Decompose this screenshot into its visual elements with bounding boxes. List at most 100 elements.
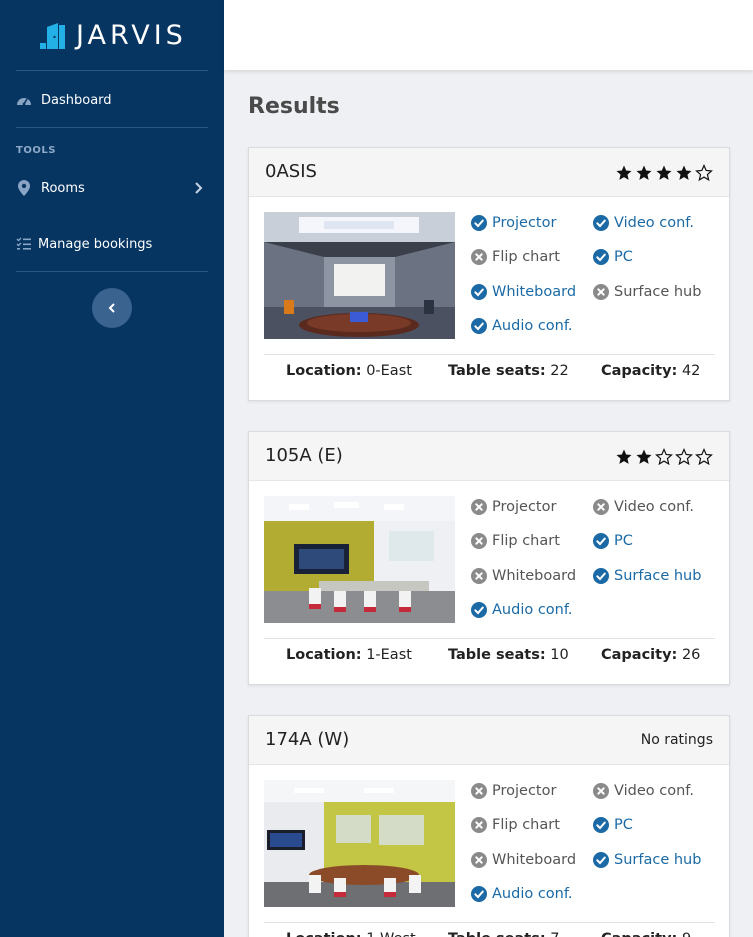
room-photo[interactable] xyxy=(264,212,455,339)
star-filled-icon xyxy=(636,165,652,180)
amenity-item: Whiteboard xyxy=(471,282,576,302)
room-location-value: 0-East xyxy=(366,363,412,379)
star-empty-icon xyxy=(675,448,693,466)
room-location-value: 1-East xyxy=(366,647,412,663)
room-photo-image xyxy=(264,496,455,623)
check-circle-icon xyxy=(471,318,487,334)
x-circle-icon xyxy=(471,783,487,799)
amenity-item: Flip chart xyxy=(471,247,560,267)
room-table-seats-label: Table seats: xyxy=(448,363,546,379)
amenity-label: Flip chart xyxy=(492,533,560,549)
amenity-label: Whiteboard xyxy=(492,568,577,584)
room-photo-image xyxy=(264,212,455,339)
card-divider xyxy=(264,354,715,355)
star-filled-icon xyxy=(676,165,692,180)
check-circle-icon xyxy=(471,602,487,618)
amenity-item: Surface hub xyxy=(593,566,701,586)
sidebar-item-manage-bookings[interactable]: Manage bookings xyxy=(16,232,210,256)
card-divider xyxy=(264,922,715,923)
x-circle-icon xyxy=(471,533,487,549)
check-circle-icon xyxy=(593,533,609,549)
check-circle-icon xyxy=(593,215,609,231)
room-rating-stars xyxy=(615,448,713,466)
amenity-item: Video conf. xyxy=(593,497,694,517)
room-photo[interactable] xyxy=(264,496,455,623)
amenity-label: Surface hub xyxy=(614,852,702,868)
amenity-label: PC xyxy=(614,817,633,833)
room-capacity-label: Capacity: xyxy=(601,931,677,937)
room-capacity: Capacity: 42 xyxy=(601,363,700,379)
amenity-item: Flip chart xyxy=(471,531,560,551)
room-card-header: 174A (W) No ratings xyxy=(249,716,729,765)
amenity-label: Surface hub xyxy=(614,284,702,300)
check-circle-icon xyxy=(593,852,609,868)
app-logo[interactable]: JARVIS xyxy=(38,20,187,52)
room-name[interactable]: 174A (W) xyxy=(265,729,349,750)
room-capacity: Capacity: 26 xyxy=(601,647,700,663)
room-photo-image xyxy=(264,780,455,907)
amenity-label: Whiteboard xyxy=(492,284,577,300)
room-location: Location: 1-West xyxy=(286,931,416,937)
amenity-label: PC xyxy=(614,533,633,549)
room-table-seats-value: 10 xyxy=(550,647,569,663)
amenity-label: Flip chart xyxy=(492,249,560,265)
room-table-seats-label: Table seats: xyxy=(448,647,546,663)
room-name[interactable]: 0ASIS xyxy=(265,161,317,182)
collapse-sidebar-button[interactable] xyxy=(92,288,132,328)
sidebar-item-rooms[interactable]: Rooms xyxy=(16,176,210,200)
map-pin-icon xyxy=(16,180,32,196)
room-capacity-label: Capacity: xyxy=(601,647,678,663)
chevron-right-icon xyxy=(195,182,203,194)
star-empty-icon xyxy=(655,448,673,466)
room-card-header: 105A (E) xyxy=(249,432,729,481)
task-list-icon xyxy=(16,236,32,252)
star-filled-icon xyxy=(616,165,632,180)
x-circle-icon xyxy=(471,817,487,833)
speedometer-icon xyxy=(16,92,32,108)
x-circle-icon xyxy=(593,499,609,515)
amenity-item: Projector xyxy=(471,497,556,517)
check-circle-icon xyxy=(471,284,487,300)
room-name[interactable]: 105A (E) xyxy=(265,445,343,466)
room-capacity-value: 42 xyxy=(681,363,701,379)
star-filled-icon xyxy=(636,449,652,464)
amenity-item: PC xyxy=(593,531,633,551)
room-location: Location: 0-East xyxy=(286,363,412,379)
x-circle-icon xyxy=(471,499,487,515)
amenity-label: Audio conf. xyxy=(492,318,573,334)
room-card-header: 0ASIS xyxy=(249,148,729,197)
amenity-label: Projector xyxy=(492,499,557,515)
amenity-item: Surface hub xyxy=(593,850,701,870)
sidebar-item-label: Rooms xyxy=(41,180,85,196)
room-table-seats-value: 7 xyxy=(550,931,559,937)
tools-section-label: TOOLS xyxy=(16,145,56,156)
amenity-item: Projector xyxy=(471,781,556,801)
room-card[interactable]: 0ASIS Projector Video conf. Flip chart PC Wh… xyxy=(248,147,730,401)
sidebar-item-dashboard[interactable]: Dashboard xyxy=(16,88,210,112)
x-circle-icon xyxy=(471,568,487,584)
card-divider xyxy=(264,638,715,639)
check-circle-icon xyxy=(593,568,609,584)
amenity-item: PC xyxy=(593,815,633,835)
check-circle-icon xyxy=(471,215,487,231)
check-circle-icon xyxy=(593,817,609,833)
amenity-label: Whiteboard xyxy=(492,852,577,868)
chevron-left-icon xyxy=(108,303,115,313)
amenity-item: Audio conf. xyxy=(471,600,573,620)
star-filled-icon xyxy=(616,449,632,464)
room-table-seats: Table seats: 10 xyxy=(448,647,569,663)
room-card[interactable]: 174A (W) No ratings Projector Video conf. F… xyxy=(248,715,730,937)
room-capacity: Capacity: 9 xyxy=(601,931,691,937)
check-circle-icon xyxy=(593,249,609,265)
room-rating-stars xyxy=(615,164,713,182)
check-circle-icon xyxy=(471,886,487,902)
x-circle-icon xyxy=(593,783,609,799)
star-empty-icon xyxy=(695,164,713,182)
x-circle-icon xyxy=(593,284,609,300)
room-card[interactable]: 105A (E) Projector Video conf. Flip chart P… xyxy=(248,431,730,685)
amenity-label: Flip chart xyxy=(492,817,560,833)
amenity-label: Projector xyxy=(492,783,557,799)
amenity-label: Audio conf. xyxy=(492,602,573,618)
room-photo[interactable] xyxy=(264,780,455,907)
sidebar-item-label: Dashboard xyxy=(41,92,112,108)
